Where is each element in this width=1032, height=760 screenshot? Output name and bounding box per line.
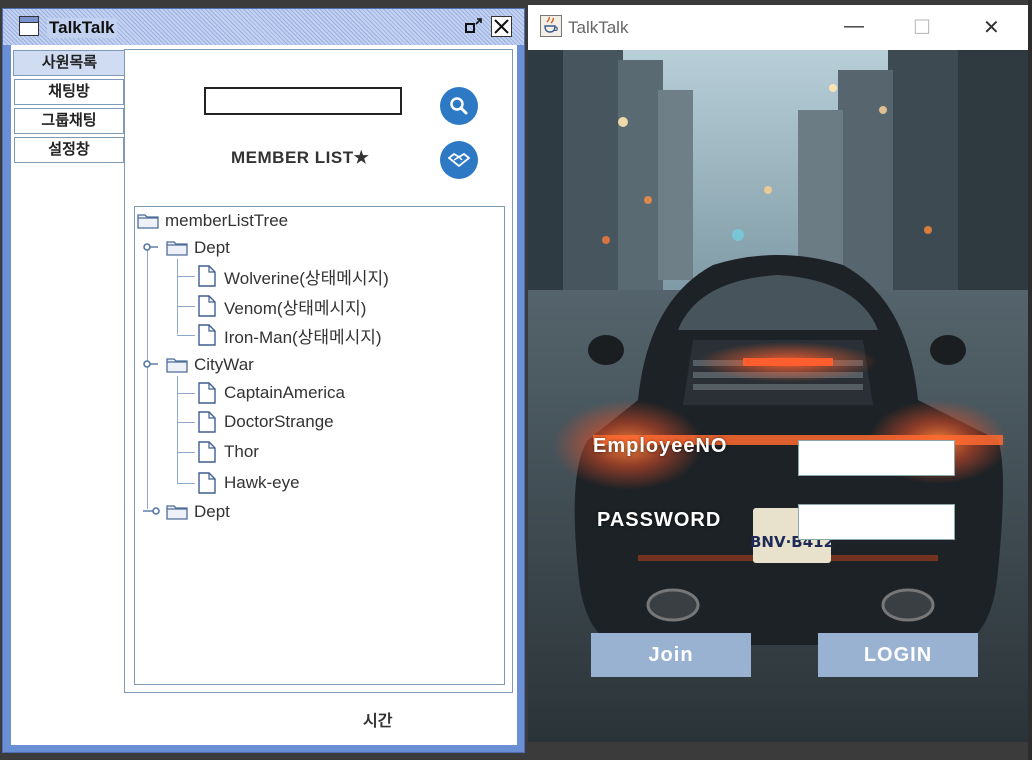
member-list-panel: MEMBER LIST★ memberListTree Dept Wolveri… bbox=[124, 49, 513, 693]
tree-group-citywar[interactable]: CityWar bbox=[166, 353, 254, 377]
tree-member[interactable]: Thor bbox=[198, 440, 259, 464]
search-icon bbox=[450, 97, 468, 115]
tab-settings[interactable]: 설정창 bbox=[14, 137, 124, 163]
tab-group-chat[interactable]: 그룹채팅 bbox=[14, 108, 124, 134]
join-button[interactable]: Join bbox=[591, 633, 751, 677]
member-label: Thor bbox=[224, 442, 259, 461]
tree-root[interactable]: memberListTree bbox=[137, 209, 288, 233]
java-icon bbox=[540, 15, 562, 37]
window-title: TalkTalk bbox=[568, 18, 629, 37]
search-input[interactable] bbox=[204, 87, 402, 115]
member-label: Hawk-eye bbox=[224, 473, 300, 492]
tree-member[interactable]: CaptainAmerica bbox=[198, 381, 345, 405]
folder-icon bbox=[166, 504, 188, 520]
login-button[interactable]: LOGIN bbox=[818, 633, 978, 677]
tree-member[interactable]: Wolverine(상태메시지) bbox=[198, 264, 389, 288]
login-window: TalkTalk — ☐ ✕ BNV·B412 EmployeeNO PASSW… bbox=[528, 5, 1028, 742]
member-window: TalkTalk 사원목록 채팅방 그룹채팅 설정창 MEMBER LIST★ bbox=[2, 8, 525, 753]
maximize-icon[interactable]: ☐ bbox=[913, 15, 931, 40]
document-icon bbox=[198, 411, 216, 433]
member-label: Venom(상태메시지) bbox=[224, 298, 367, 318]
folder-open-icon bbox=[166, 357, 188, 373]
tree-member[interactable]: DoctorStrange bbox=[198, 410, 334, 434]
document-icon bbox=[198, 265, 216, 287]
tree-member[interactable]: Iron-Man(상태메시지) bbox=[198, 323, 382, 347]
member-label: CaptainAmerica bbox=[224, 383, 345, 402]
tree-expand-handle[interactable] bbox=[142, 359, 164, 369]
password-label: PASSWORD bbox=[597, 509, 722, 531]
restore-icon[interactable] bbox=[463, 16, 484, 37]
member-label: Wolverine(상태메시지) bbox=[224, 268, 389, 288]
close-icon[interactable] bbox=[491, 16, 512, 37]
folder-open-icon bbox=[166, 240, 188, 256]
handshake-icon bbox=[448, 152, 470, 168]
document-icon bbox=[198, 472, 216, 494]
tree-group-label: Dept bbox=[194, 502, 230, 521]
tree-member[interactable]: Venom(상태메시지) bbox=[198, 294, 366, 318]
tree-group-label: CityWar bbox=[194, 355, 254, 374]
tree-group-label: Dept bbox=[194, 238, 230, 257]
member-label: Iron-Man(상태메시지) bbox=[224, 327, 382, 347]
document-icon bbox=[198, 295, 216, 317]
folder-icon bbox=[137, 213, 159, 229]
time-label: 시간 bbox=[363, 713, 393, 730]
employee-no-input[interactable] bbox=[798, 440, 955, 476]
member-tree[interactable]: memberListTree Dept Wolverine(상태메시지) Ven… bbox=[134, 206, 505, 685]
search-button[interactable] bbox=[440, 87, 478, 125]
title-bar[interactable]: TalkTalk bbox=[3, 9, 524, 45]
tree-expand-handle[interactable] bbox=[142, 242, 164, 252]
document-icon bbox=[198, 324, 216, 346]
tab-chat-room[interactable]: 채팅방 bbox=[14, 79, 124, 105]
window-title: TalkTalk bbox=[47, 18, 117, 38]
employee-no-label: EmployeeNO bbox=[593, 435, 728, 457]
handshake-button[interactable] bbox=[440, 141, 478, 179]
minimize-icon[interactable]: — bbox=[844, 15, 864, 38]
tree-collapse-handle[interactable] bbox=[142, 506, 164, 516]
background-edge bbox=[1028, 0, 1032, 760]
title-bar[interactable]: TalkTalk — ☐ ✕ bbox=[528, 5, 1028, 50]
tree-member[interactable]: Hawk-eye bbox=[198, 471, 300, 495]
document-icon bbox=[198, 441, 216, 463]
tree-root-label: memberListTree bbox=[165, 211, 289, 230]
member-label: DoctorStrange bbox=[224, 412, 334, 431]
window-content: 사원목록 채팅방 그룹채팅 설정창 MEMBER LIST★ memberLis… bbox=[11, 45, 517, 745]
tab-member-list[interactable]: 사원목록 bbox=[13, 50, 125, 76]
close-icon[interactable]: ✕ bbox=[983, 15, 1000, 40]
app-icon bbox=[19, 16, 39, 36]
password-input[interactable] bbox=[798, 504, 955, 540]
tree-group-dept[interactable]: Dept bbox=[166, 236, 230, 260]
document-icon bbox=[198, 382, 216, 404]
tree-group-dept[interactable]: Dept bbox=[166, 500, 230, 524]
member-list-label: MEMBER LIST★ bbox=[231, 148, 370, 167]
